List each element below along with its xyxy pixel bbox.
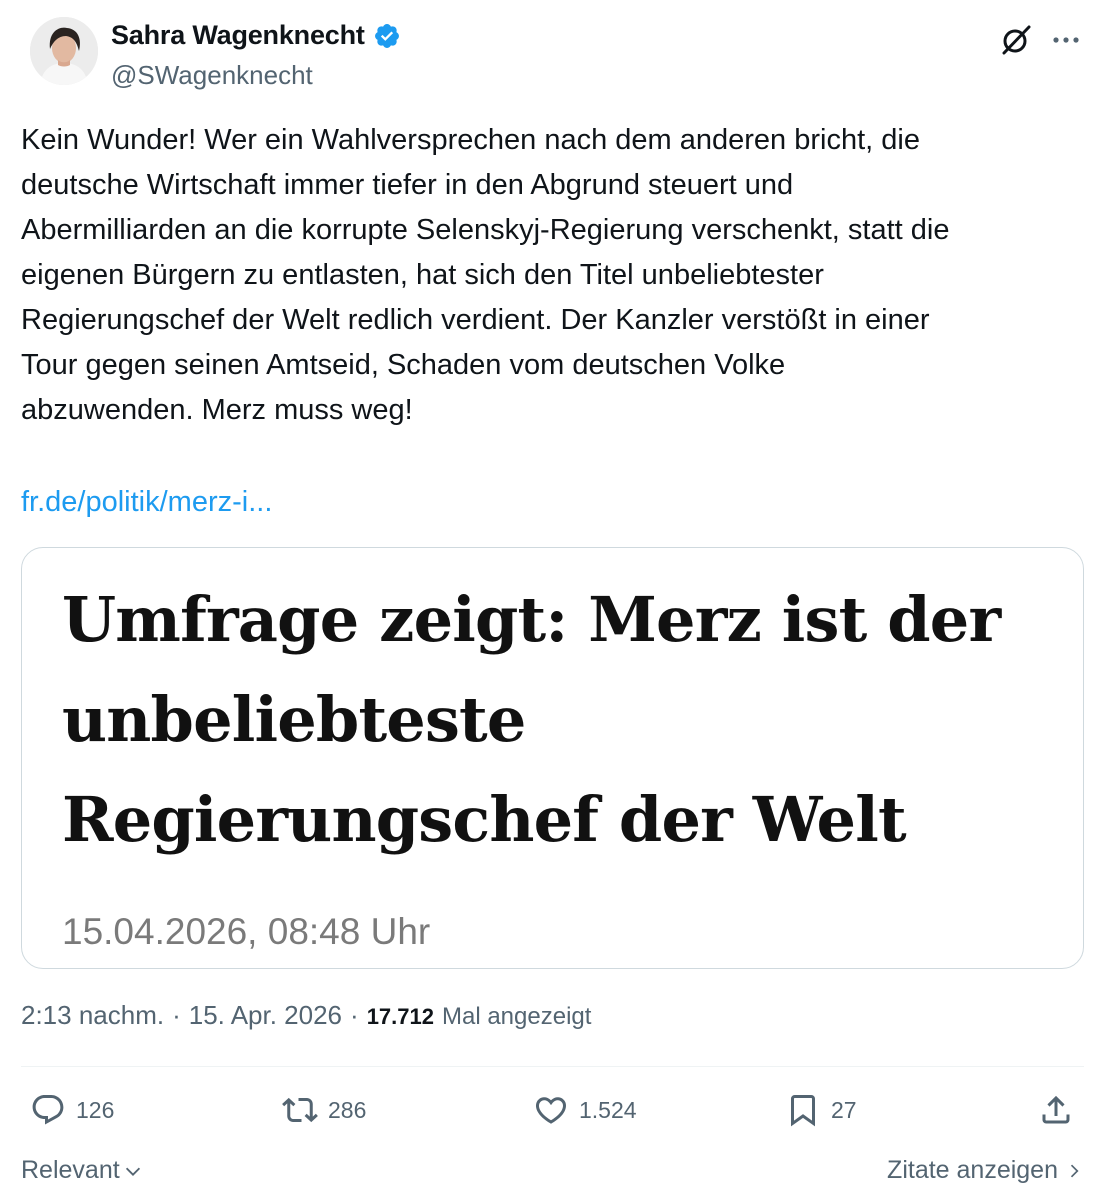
reply-button[interactable]: 126 xyxy=(30,1092,114,1128)
share-button[interactable] xyxy=(1038,1092,1074,1128)
bookmark-icon xyxy=(791,1095,815,1127)
views-count: 17.712 xyxy=(366,1004,434,1029)
card-headline: Umfrage zeigt: Merz ist der unbeliebtest… xyxy=(62,583,1001,856)
view-quotes-link[interactable]: Zitate anzeigen xyxy=(887,1156,1084,1185)
repost-icon xyxy=(282,1097,318,1123)
divider xyxy=(21,1066,1084,1067)
avatar[interactable] xyxy=(30,17,98,85)
reply-count: 126 xyxy=(76,1096,115,1123)
author-handle[interactable]: @SWagenknecht xyxy=(111,60,313,91)
quotes-label: Zitate anzeigen xyxy=(887,1156,1058,1184)
more-options-icon[interactable] xyxy=(1050,24,1082,56)
tweet-link[interactable]: fr.de/politik/merz-i... xyxy=(21,480,272,525)
author-name[interactable]: Sahra Wagenknecht xyxy=(111,20,365,51)
repost-count: 286 xyxy=(328,1096,367,1123)
views-label: Mal angezeigt xyxy=(441,1003,592,1030)
tweet-date[interactable]: 15. Apr. 2026 xyxy=(189,1000,342,1031)
profile-photo-icon xyxy=(30,17,98,85)
tweet-text: Kein Wunder! Wer ein Wahlversprechen nac… xyxy=(21,124,950,426)
chevron-right-icon xyxy=(1070,1164,1079,1177)
chevron-down-icon xyxy=(125,1167,140,1176)
tweet-page: Sahra Wagenknecht @SWagenknecht Kein Wun… xyxy=(0,0,1106,1203)
heart-icon xyxy=(535,1097,567,1124)
card-date: 15.04.2026, 08:48 Uhr xyxy=(62,911,431,952)
tweet-time[interactable]: 2:13 nachm. xyxy=(21,1000,164,1031)
author-name-row[interactable]: Sahra Wagenknecht xyxy=(111,20,401,51)
link-preview-card[interactable]: Umfrage zeigt: Merz ist der unbeliebtest… xyxy=(21,547,1084,969)
reply-icon xyxy=(32,1095,64,1125)
bookmark-count: 27 xyxy=(831,1096,857,1123)
grok-icon[interactable] xyxy=(998,22,1034,58)
verified-badge-icon xyxy=(374,23,399,48)
like-button[interactable]: 1.524 xyxy=(533,1092,637,1128)
repost-button[interactable]: 286 xyxy=(282,1092,366,1128)
tweet-meta: 2:13 nachm. · 15. Apr. 2026 · 17.712 Mal… xyxy=(21,1000,591,1031)
reply-sort-dropdown[interactable]: Relevant xyxy=(21,1156,144,1185)
share-icon xyxy=(1042,1095,1070,1124)
meta-separator: · xyxy=(172,1000,181,1030)
meta-separator: · xyxy=(350,1000,359,1030)
bookmark-button[interactable]: 27 xyxy=(785,1092,857,1128)
sort-label: Relevant xyxy=(21,1156,120,1184)
like-count: 1.524 xyxy=(579,1096,637,1123)
